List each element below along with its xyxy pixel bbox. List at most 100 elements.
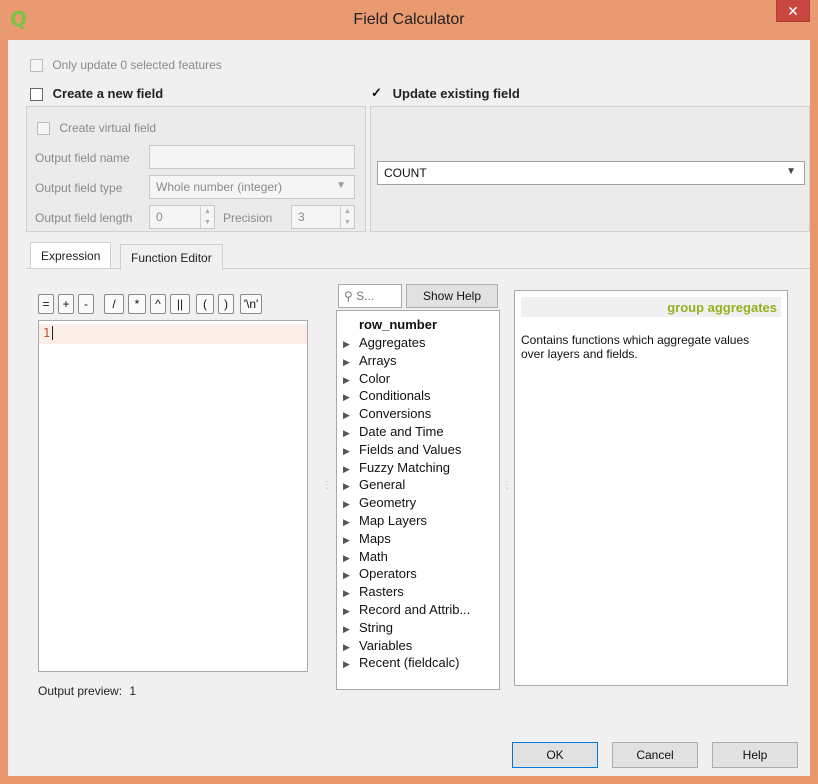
open-paren-button[interactable]: ( xyxy=(196,294,214,314)
tree-group-item[interactable]: ▶ Operators xyxy=(343,566,417,584)
tree-group-label: Conversions xyxy=(359,406,432,422)
spin-up-icon[interactable]: ▲ xyxy=(341,206,354,217)
divide-button[interactable]: / xyxy=(104,294,124,314)
spin-down-icon[interactable]: ▼ xyxy=(341,217,354,228)
expand-arrow-icon[interactable]: ▶ xyxy=(343,535,359,546)
tree-group-item[interactable]: ▶ Conversions xyxy=(343,406,431,424)
output-field-length-spinbox[interactable]: 0 ▲ ▼ xyxy=(149,205,215,229)
tree-group-item[interactable]: ▶ Recent (fieldcalc) xyxy=(343,655,459,673)
expand-arrow-icon[interactable]: ▶ xyxy=(343,410,359,421)
tree-group-label: Variables xyxy=(359,637,413,653)
title-bar[interactable]: Q Field Calculator ✕ xyxy=(0,0,818,40)
tab-expression[interactable]: Expression xyxy=(30,242,112,268)
update-field-group: COUNT ▼ xyxy=(370,106,810,232)
checkbox-box xyxy=(30,59,43,73)
tree-group-label: Geometry xyxy=(359,495,417,511)
expand-arrow-icon[interactable]: ▶ xyxy=(343,446,359,457)
splitter-handle-icon[interactable]: ⋮ xyxy=(502,480,512,491)
tree-group-item[interactable]: ▶ Date and Time xyxy=(343,424,444,442)
existing-field-select[interactable]: COUNT ▼ xyxy=(377,161,805,185)
expand-arrow-icon[interactable]: ▶ xyxy=(343,392,359,403)
expand-arrow-icon[interactable]: ▶ xyxy=(343,553,359,564)
output-field-type-select[interactable]: Whole number (integer) ▼ xyxy=(149,175,355,199)
tree-group-item[interactable]: ▶ Geometry xyxy=(343,495,416,513)
splitter-handle-icon[interactable]: ⋮ xyxy=(322,480,332,491)
tree-group-item[interactable]: ▶ Maps xyxy=(343,531,391,549)
create-virtual-field-checkbox[interactable]: Create virtual field xyxy=(37,121,156,136)
expand-arrow-icon[interactable]: ▶ xyxy=(343,464,359,475)
expression-editor[interactable]: 1 xyxy=(38,320,308,672)
tree-group-label: Fuzzy Matching xyxy=(359,459,451,475)
expand-arrow-icon[interactable]: ▶ xyxy=(343,588,359,599)
tree-group-item[interactable]: ▶ Variables xyxy=(343,638,412,656)
function-tree[interactable]: row_number ▶ Aggregates ▶ Arrays ▶ Color ▶ Cond… xyxy=(336,310,500,690)
tree-group-item[interactable]: ▶ Fields and Values xyxy=(343,442,461,460)
expand-arrow-icon[interactable]: ▶ xyxy=(343,481,359,492)
expand-arrow-icon[interactable]: ▶ xyxy=(343,606,359,617)
expand-arrow-icon[interactable]: ▶ xyxy=(343,570,359,581)
tree-group-label: Aggregates xyxy=(359,335,426,350)
tree-group-label: Math xyxy=(359,548,388,564)
only-update-selected-checkbox[interactable]: Only update 0 selected features xyxy=(30,58,222,73)
output-field-length-label: Output field length xyxy=(35,211,133,225)
current-line-highlight xyxy=(39,324,307,344)
output-field-name-input[interactable] xyxy=(149,145,355,169)
equals-button[interactable]: = xyxy=(38,294,54,314)
cancel-button[interactable]: Cancel xyxy=(612,742,698,768)
output-field-name-label: Output field name xyxy=(35,151,130,165)
tree-group-item[interactable]: ▶ General xyxy=(343,477,405,495)
help-panel: group aggregates Contains functions whic… xyxy=(514,290,788,686)
function-search-input[interactable]: ⚲ S... xyxy=(338,284,402,308)
tree-group-label: Conditionals xyxy=(359,388,431,404)
spin-buttons[interactable]: ▲ ▼ xyxy=(200,206,214,228)
concat-button[interactable]: || xyxy=(170,294,190,314)
operator-toolbar: = + - / * ^ || ( ) '\n' xyxy=(38,294,328,314)
expand-arrow-icon[interactable]: ▶ xyxy=(343,357,359,368)
tree-group-label: Record and Attrib... xyxy=(359,602,471,617)
tree-group-item[interactable]: ▶ Color xyxy=(343,371,390,389)
help-button[interactable]: Help xyxy=(712,742,798,768)
power-button[interactable]: ^ xyxy=(150,294,166,314)
tab-function-editor[interactable]: Function Editor xyxy=(120,244,223,270)
ok-button[interactable]: OK xyxy=(512,742,598,768)
show-help-button[interactable]: Show Help xyxy=(406,284,498,308)
checkbox-box xyxy=(37,122,50,136)
expand-arrow-icon[interactable]: ▶ xyxy=(343,428,359,439)
tree-item-row-number[interactable]: row_number xyxy=(359,317,437,335)
output-preview-label: Output preview: xyxy=(38,684,123,698)
expand-arrow-icon[interactable]: ▶ xyxy=(343,659,359,670)
plus-button[interactable]: + xyxy=(58,294,74,314)
tree-group-item[interactable]: ▶ Arrays xyxy=(343,353,397,371)
tree-group-item[interactable]: ▶ String xyxy=(343,620,393,638)
tree-group-item[interactable]: ▶ Conditionals xyxy=(343,388,431,406)
tree-group-item[interactable]: ▶ Fuzzy Matching xyxy=(343,460,450,478)
tree-group-item[interactable]: ▶ Map Layers xyxy=(343,513,427,531)
expand-arrow-icon[interactable]: ▶ xyxy=(343,339,359,350)
spin-down-icon[interactable]: ▼ xyxy=(201,217,214,228)
create-new-field-checkbox[interactable]: Create a new field xyxy=(30,86,164,102)
expand-arrow-icon[interactable]: ▶ xyxy=(343,624,359,635)
spin-buttons[interactable]: ▲ ▼ xyxy=(340,206,354,228)
tree-group-label: Map Layers xyxy=(359,513,427,528)
tree-group-item[interactable]: ▶ Aggregates xyxy=(343,335,426,353)
close-button[interactable]: ✕ xyxy=(776,0,810,22)
newline-button[interactable]: '\n' xyxy=(240,294,262,314)
close-paren-button[interactable]: ) xyxy=(218,294,234,314)
tree-group-item[interactable]: ▶ Rasters xyxy=(343,584,404,602)
tree-group-label: General xyxy=(359,477,406,493)
tree-group-label: Date and Time xyxy=(359,424,444,439)
precision-spinbox[interactable]: 3 ▲ ▼ xyxy=(291,205,355,229)
field-calculator-window: Q Field Calculator ✕ Only update 0 selec… xyxy=(0,0,818,784)
expand-arrow-icon[interactable]: ▶ xyxy=(343,499,359,510)
expand-arrow-icon[interactable]: ▶ xyxy=(343,517,359,528)
spin-up-icon[interactable]: ▲ xyxy=(201,206,214,217)
update-existing-field-checkbox[interactable]: ✓ Update existing field xyxy=(370,85,520,101)
multiply-button[interactable]: * xyxy=(128,294,146,314)
dialog-body: Only update 0 selected features Create a… xyxy=(8,40,810,776)
create-new-field-label: Create a new field xyxy=(52,86,164,101)
expand-arrow-icon[interactable]: ▶ xyxy=(343,642,359,653)
minus-button[interactable]: - xyxy=(78,294,94,314)
tree-group-item[interactable]: ▶ Record and Attrib... xyxy=(343,602,470,620)
expand-arrow-icon[interactable]: ▶ xyxy=(343,375,359,386)
tree-group-item[interactable]: ▶ Math xyxy=(343,549,388,567)
